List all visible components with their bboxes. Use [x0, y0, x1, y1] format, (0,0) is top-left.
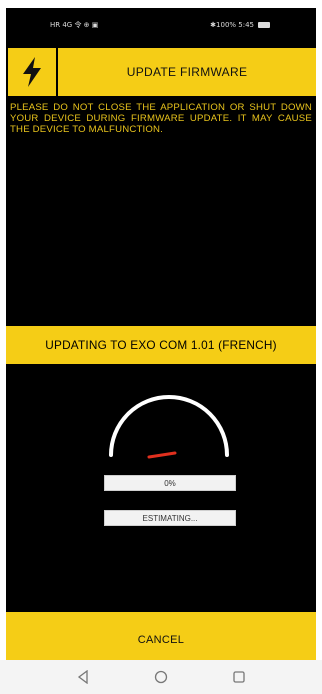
gauge-needle	[147, 451, 177, 459]
header: UPDATE FIRMWARE	[6, 46, 316, 98]
warning-message: PLEASE DO NOT CLOSE THE APPLICATION OR S…	[10, 102, 312, 135]
system-navigation-bar	[0, 660, 322, 694]
battery-icon	[258, 22, 270, 28]
recents-square-icon[interactable]	[229, 667, 249, 687]
page-title: UPDATE FIRMWARE	[58, 48, 316, 96]
network-status: HR 4G 令 ⊕ ▣	[50, 21, 99, 29]
time-remaining: ESTIMATING...	[104, 510, 236, 526]
progress-percent: 0%	[104, 475, 236, 491]
progress-gauge	[109, 395, 229, 459]
status-bar: HR 4G 令 ⊕ ▣ ✱100% 5:45	[6, 8, 316, 42]
update-status-banner: UPDATING TO EXO COM 1.01 (FRENCH)	[6, 326, 316, 364]
status-bar-right: ✱100% 5:45	[210, 21, 270, 29]
app-screen: HR 4G 令 ⊕ ▣ ✱100% 5:45 UPDATE FIRMWARE P…	[6, 8, 316, 694]
home-circle-icon[interactable]	[151, 667, 171, 687]
status-bar-left: HR 4G 令 ⊕ ▣	[50, 20, 98, 30]
lightning-bolt-icon	[8, 48, 56, 96]
battery-and-time: ✱100% 5:45	[210, 21, 254, 29]
back-triangle-icon[interactable]	[73, 667, 93, 687]
gauge-arc	[109, 395, 229, 457]
